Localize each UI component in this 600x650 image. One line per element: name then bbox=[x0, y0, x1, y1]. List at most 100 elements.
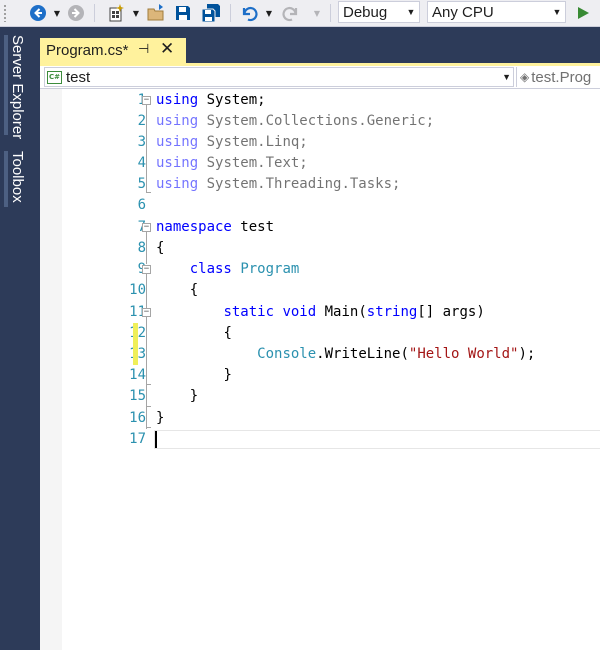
back-icon bbox=[30, 5, 46, 21]
undo-button[interactable] bbox=[238, 0, 260, 26]
code-text: System; bbox=[198, 92, 266, 108]
code-string: "Hello World" bbox=[408, 346, 519, 362]
code-line: using System.Collections.Generic; bbox=[156, 111, 434, 132]
project-name: test bbox=[66, 68, 91, 86]
line-number: 16 bbox=[129, 410, 146, 426]
outline-guide bbox=[146, 317, 147, 429]
code-line: Console.WriteLine("Hello World"); bbox=[156, 344, 535, 365]
new-project-button[interactable] bbox=[104, 0, 128, 26]
collapse-toggle[interactable]: − bbox=[142, 223, 151, 232]
code-line: using System.Linq; bbox=[156, 132, 308, 153]
start-icon bbox=[578, 7, 589, 19]
toolbar-separator bbox=[230, 4, 231, 22]
undo-icon bbox=[242, 6, 258, 22]
line-number: 6 bbox=[137, 197, 146, 213]
open-button[interactable] bbox=[145, 0, 167, 26]
code-keyword: using bbox=[156, 113, 199, 129]
save-all-icon bbox=[201, 4, 220, 23]
code-text: { bbox=[223, 325, 232, 341]
code-keyword: using bbox=[156, 134, 199, 150]
outline-guide bbox=[146, 105, 147, 193]
line-number: 7 bbox=[64, 217, 146, 238]
csharp-project-icon: C# bbox=[47, 70, 62, 84]
code-text: System.Text; bbox=[198, 155, 308, 171]
code-text: Main( bbox=[324, 304, 367, 320]
code-text: { bbox=[156, 240, 165, 256]
back-dropdown-arrow[interactable]: ▼ bbox=[52, 0, 62, 26]
line-number: 11 bbox=[129, 304, 146, 320]
code-keyword: class bbox=[189, 261, 232, 277]
tab-indicator bbox=[4, 35, 8, 135]
solution-configuration-value: Debug bbox=[343, 3, 388, 21]
toolbox-tab[interactable]: Toolbox bbox=[9, 151, 26, 203]
code-line: } bbox=[156, 386, 198, 407]
code-line: { bbox=[156, 238, 164, 259]
line-number: 10 bbox=[129, 282, 146, 298]
chevron-down-icon: ▼ bbox=[502, 72, 511, 82]
type-name: test.Prog bbox=[531, 68, 592, 86]
undo-dropdown-arrow[interactable]: ▼ bbox=[264, 0, 274, 26]
type-dropdown[interactable]: ◈ test.Prog bbox=[520, 67, 600, 87]
solution-platform-select[interactable]: Any CPU ▼ bbox=[427, 1, 566, 23]
save-icon bbox=[176, 6, 190, 20]
code-text: [] args) bbox=[417, 304, 485, 320]
forward-icon bbox=[68, 5, 84, 21]
indicator-margin[interactable] bbox=[40, 89, 62, 650]
close-icon[interactable]: ✕ bbox=[160, 39, 174, 59]
code-line: using System.Text; bbox=[156, 153, 308, 174]
code-line: using System.Threading.Tasks; bbox=[156, 174, 400, 195]
save-all-button[interactable] bbox=[199, 0, 223, 26]
collapse-toggle[interactable]: − bbox=[142, 96, 151, 105]
redo-dropdown-arrow[interactable]: ▼ bbox=[312, 0, 322, 26]
code-text: System.Threading.Tasks; bbox=[198, 176, 401, 192]
save-button[interactable] bbox=[172, 0, 194, 26]
back-button[interactable] bbox=[28, 0, 48, 26]
code-keyword: namespace bbox=[156, 219, 232, 235]
forward-button[interactable] bbox=[66, 0, 86, 26]
code-keyword: using bbox=[156, 176, 199, 192]
toolbar-separator bbox=[94, 4, 95, 22]
toolbar-grip[interactable] bbox=[3, 4, 7, 22]
server-explorer-tab[interactable]: Server Explorer bbox=[9, 35, 26, 139]
tab-program-cs[interactable]: Program.cs* ⊣ ✕ bbox=[40, 38, 186, 63]
code-text: { bbox=[189, 282, 199, 298]
code-text: System.Linq; bbox=[198, 134, 308, 150]
code-text: } bbox=[189, 388, 199, 404]
redo-button[interactable] bbox=[280, 0, 302, 26]
text-caret bbox=[155, 431, 157, 448]
new-project-dropdown-arrow[interactable]: ▼ bbox=[131, 0, 141, 26]
line-number: 14 bbox=[129, 367, 146, 383]
solution-configuration-select[interactable]: Debug ▼ bbox=[338, 1, 420, 23]
code-text: System.Collections.Generic; bbox=[198, 113, 435, 129]
outline-guide bbox=[146, 232, 147, 264]
code-text: } bbox=[156, 410, 165, 426]
line-number: 9 bbox=[64, 259, 146, 280]
code-keyword: string bbox=[366, 304, 418, 320]
pin-icon[interactable]: ⊣ bbox=[138, 41, 149, 57]
start-debugging-button[interactable] bbox=[572, 0, 594, 26]
code-line: class Program bbox=[156, 259, 300, 280]
line-number: 3 bbox=[137, 134, 146, 150]
line-number: 5 bbox=[137, 176, 146, 192]
code-keyword: void bbox=[282, 304, 317, 320]
chevron-down-icon: ▼ bbox=[406, 7, 416, 17]
current-line-highlight bbox=[154, 430, 600, 449]
code-line: } bbox=[156, 408, 164, 429]
code-keyword: using bbox=[156, 155, 199, 171]
line-number: 17 bbox=[129, 431, 146, 447]
collapse-toggle[interactable]: − bbox=[142, 265, 151, 274]
collapse-toggle[interactable]: − bbox=[142, 308, 151, 317]
tab-label: Program.cs* bbox=[46, 42, 129, 59]
navbar-splitter[interactable] bbox=[516, 67, 519, 87]
code-editor[interactable]: 1 2 3 4 5 6 7 8 9 10 11 12 13 14 15 16 1… bbox=[40, 89, 600, 650]
line-number: 8 bbox=[137, 240, 146, 256]
tab-indicator bbox=[4, 151, 8, 207]
standard-toolbar: ▼ ▼ ▼ ▼ Debug ▼ Any CPU ▼ bbox=[0, 0, 600, 27]
project-dropdown[interactable]: C# test ▼ bbox=[44, 67, 514, 87]
document-tab-strip: Program.cs* ⊣ ✕ bbox=[40, 27, 600, 63]
code-line: namespace test bbox=[156, 217, 274, 238]
code-text: .WriteLine( bbox=[316, 346, 409, 362]
